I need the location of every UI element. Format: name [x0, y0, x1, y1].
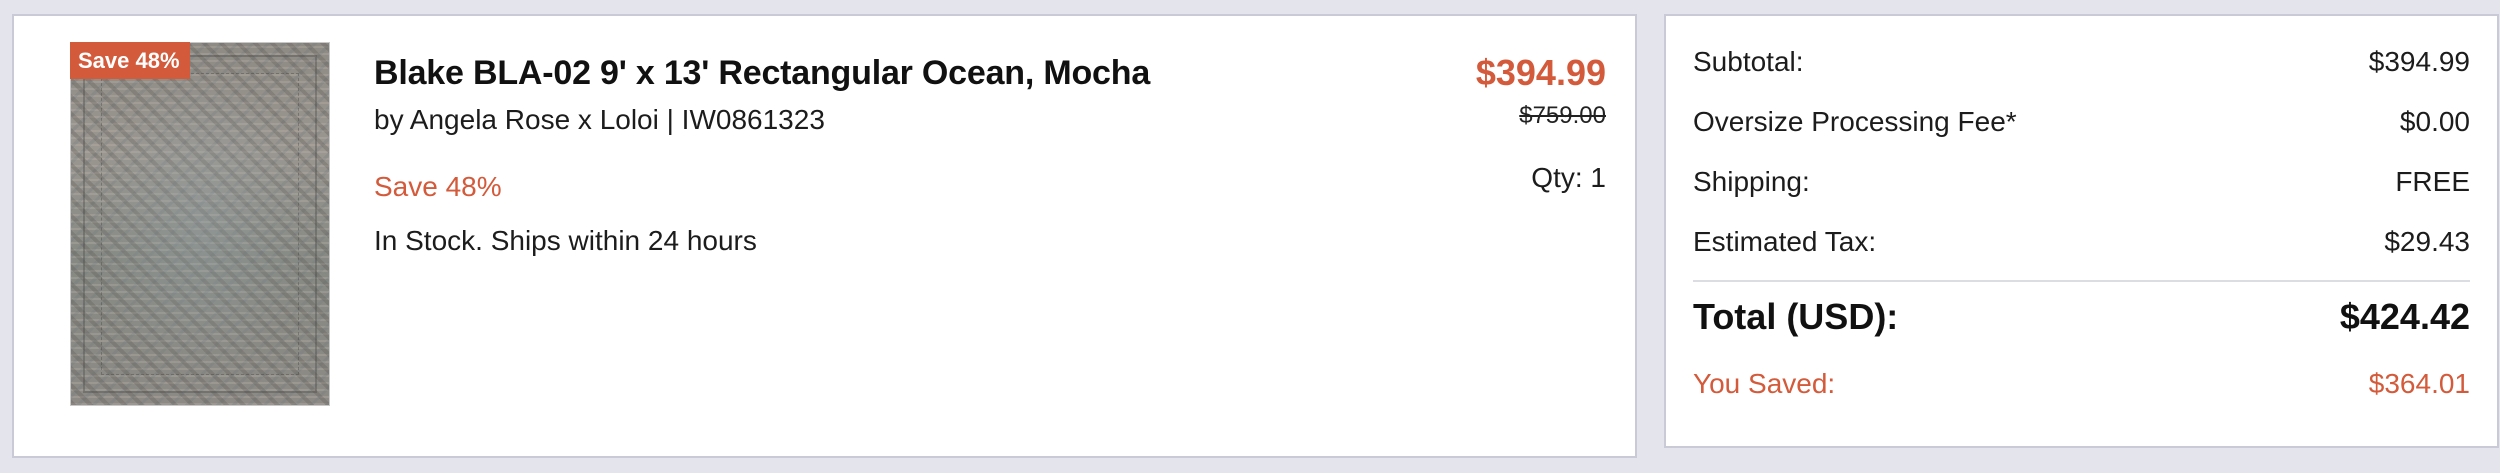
total-value: $424.42: [2339, 296, 2470, 337]
sale-badge: Save 48%: [70, 42, 190, 79]
cart-item-card: Save 48% Blake BLA-02 9' x 13' Rectangul…: [12, 14, 1637, 458]
sale-price: $394.99: [1475, 52, 1606, 93]
tax-row: Estimated Tax: $29.43: [1693, 226, 2470, 258]
product-image[interactable]: [70, 42, 330, 406]
savings-label: You Saved:: [1693, 368, 1836, 399]
subtotal-row: Subtotal: $394.99: [1693, 46, 2470, 78]
original-price: $759.00: [1519, 102, 1606, 129]
stock-status: In Stock. Ships within 24 hours: [374, 225, 757, 256]
total-row: Total (USD): $424.42: [1693, 296, 2470, 338]
product-byline: by Angela Rose x Loloi | IW0861323: [374, 104, 825, 135]
oversize-fee-value: $0.00: [2399, 106, 2470, 137]
total-label: Total (USD):: [1693, 296, 1899, 337]
quantity-display: Qty: 1: [1531, 162, 1606, 193]
savings-value: $364.01: [2368, 368, 2470, 399]
subtotal-value: $394.99: [2368, 46, 2470, 77]
oversize-fee-label: Oversize Processing Fee*: [1693, 106, 2017, 137]
order-summary-card: Subtotal: $394.99 Oversize Processing Fe…: [1664, 14, 2499, 448]
tax-value: $29.43: [2384, 226, 2470, 257]
product-title-link[interactable]: Blake BLA-02 9' x 13' Rectangular Ocean,…: [374, 54, 1150, 93]
shipping-label: Shipping:: [1693, 166, 1810, 197]
shipping-value: FREE: [2395, 166, 2470, 197]
savings-percent: Save 48%: [374, 171, 502, 202]
shipping-row: Shipping: FREE: [1693, 166, 2470, 198]
rug-field-pattern: [101, 73, 299, 375]
tax-label: Estimated Tax:: [1693, 226, 1877, 257]
summary-divider: [1693, 280, 2470, 282]
oversize-fee-row: Oversize Processing Fee* $0.00: [1693, 106, 2470, 138]
subtotal-label: Subtotal:: [1693, 46, 1804, 77]
savings-row: You Saved: $364.01: [1693, 368, 2470, 400]
